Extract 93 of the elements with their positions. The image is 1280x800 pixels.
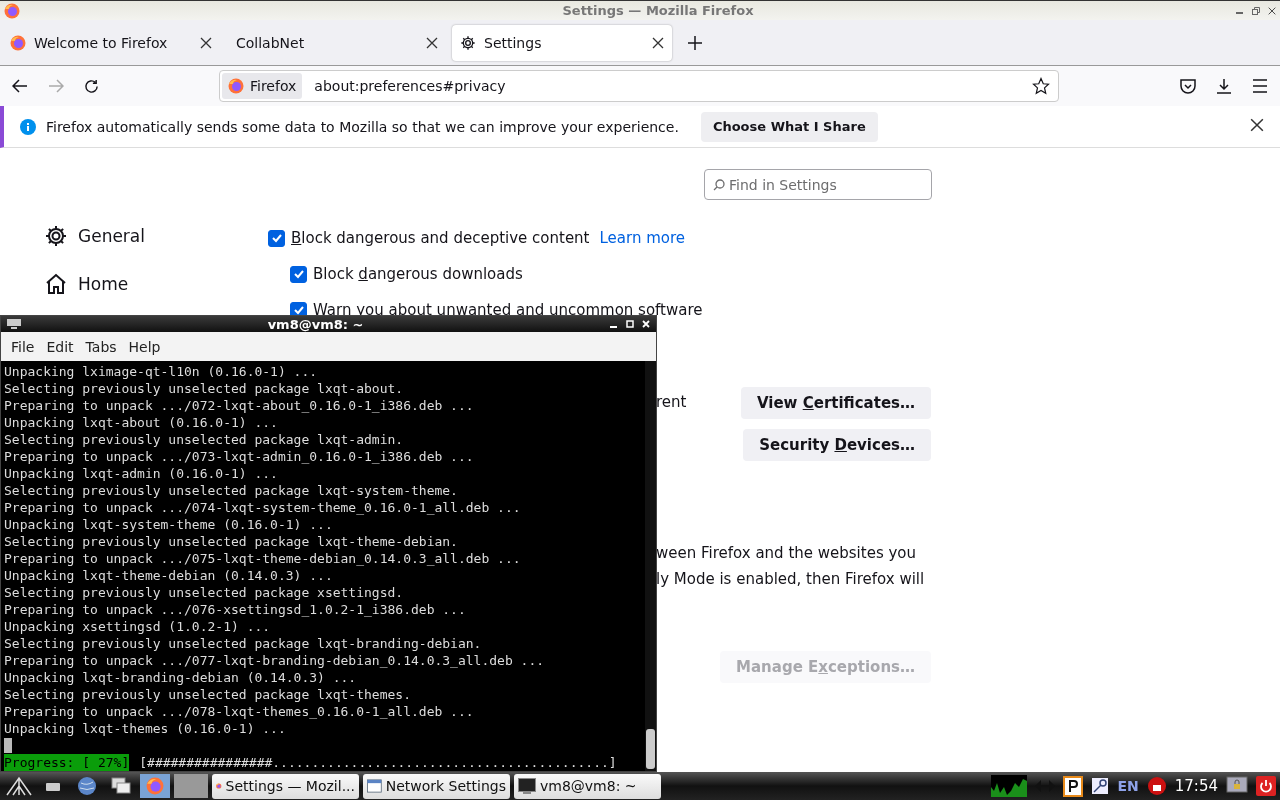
browser-tab[interactable]: Settings [452, 24, 672, 61]
url-field[interactable]: Firefox about:preferences#privacy [219, 70, 1059, 102]
terminal-line: Selecting previously unselected package lxqt-themes. [4, 686, 412, 703]
info-icon [20, 118, 36, 135]
close-icon[interactable] [1268, 6, 1276, 15]
gear-icon [460, 34, 476, 51]
terminal-line: Preparing to unpack .../077-lxqt-branding-debian_0.14.0.3_all.deb ... [4, 652, 546, 669]
checkbox-label: Block dangerous downloads [313, 265, 523, 283]
update-icon[interactable] [1146, 776, 1167, 796]
checkbox[interactable] [290, 265, 307, 283]
check-icon [270, 232, 283, 244]
close-icon[interactable] [652, 36, 664, 49]
taskbar-button[interactable]: Settings — Mozil... [212, 773, 359, 799]
terminal-line: Unpacking lximage-qt-l10n (0.16.0-1) ... [4, 363, 319, 380]
maximize-icon[interactable] [626, 320, 634, 329]
reload-icon[interactable] [84, 78, 99, 94]
back-arrow-icon[interactable] [12, 79, 28, 93]
terminal-line: Preparing to unpack .../076-xsettingsd_1.0.2-1_i386.deb ... [4, 601, 467, 618]
window-icon [367, 778, 382, 794]
terminal-line: Selecting previously unselected package lxqt-system-theme. [4, 482, 459, 499]
menu-icon[interactable] [1252, 79, 1268, 93]
terminal-line: Selecting previously unselected package lxqt-admin. [4, 431, 405, 448]
checkbox-label: Block dangerous and deceptive content [291, 229, 590, 247]
identity-label[interactable]: Firefox [222, 73, 303, 99]
close-icon[interactable] [426, 36, 438, 49]
certificate-button[interactable]: Security Devices… [743, 429, 931, 461]
restore-icon[interactable] [1252, 6, 1260, 15]
notification-message: Firefox automatically sends some data to Mozilla so that we can improve your experience. [46, 118, 679, 135]
lock-icon[interactable] [1226, 776, 1248, 796]
terminal-title: vm8@vm8: ~ [266, 316, 365, 332]
taskbar-button[interactable]: vm8@vm8: ~ [514, 773, 661, 799]
menu-item[interactable]: Edit [40, 338, 80, 355]
star-icon[interactable] [1032, 77, 1050, 95]
home-icon [44, 272, 68, 296]
terminal-line: Unpacking lxqt-branding-debian (0.14.0.3) ... [4, 669, 358, 686]
firefox-logo-icon [228, 78, 244, 94]
gear-icon [44, 224, 68, 248]
start-menu-icon[interactable] [4, 774, 34, 798]
sidebar-item[interactable]: Home [44, 270, 268, 298]
taskbar-button[interactable]: Network Settings [363, 773, 510, 799]
close-icon[interactable] [1250, 118, 1264, 132]
power-icon[interactable] [1256, 776, 1276, 796]
parking-icon[interactable] [1063, 775, 1084, 797]
cpu-graph-icon [991, 775, 1028, 797]
terminal-line: Unpacking xsettingsd (1.0.2-1) ... [4, 618, 272, 635]
terminal-icon [7, 319, 21, 330]
checkbox[interactable] [268, 229, 285, 247]
description-text: ween Firefox and the websites you [656, 543, 918, 563]
firefox-logo-icon [4, 2, 20, 19]
key-icon[interactable] [1091, 777, 1110, 795]
check-icon [292, 304, 305, 316]
terminal-line: Preparing to unpack .../073-lxqt-admin_0.16.0-1_i386.deb ... [4, 448, 475, 465]
description-text: ly Mode is enabled, then Firefox will [656, 569, 926, 589]
terminal-line: Preparing to unpack .../074-lxqt-system-theme_0.16.0-1_all.deb ... [4, 499, 522, 516]
scrollbar-thumb[interactable] [646, 729, 655, 769]
check-icon [292, 268, 305, 280]
terminal-line: Selecting previously unselected package lxqt-theme-debian. [4, 533, 459, 550]
text-cursor [4, 738, 12, 753]
terminal-line: Selecting previously unselected package lxqt-about. [4, 380, 405, 397]
progress-label: Progress: [ 27%] [4, 754, 130, 771]
description-text: rent [656, 393, 687, 413]
terminal-line: Unpacking lxqt-admin (0.16.0-1) ... [4, 465, 279, 482]
clock[interactable]: 17:54 [1174, 777, 1218, 795]
choose-share-button[interactable]: Choose What I Share [700, 111, 878, 142]
close-icon[interactable] [200, 36, 212, 49]
terminal-line: Preparing to unpack .../075-lxqt-theme-debian_0.14.0.3_all.deb ... [4, 550, 522, 567]
menu-item[interactable]: Help [122, 338, 167, 355]
pocket-icon[interactable] [1180, 78, 1196, 94]
sidebar-item[interactable]: General [44, 222, 268, 250]
terminal-line: Selecting previously unselected package lxqt-branding-debian. [4, 635, 483, 652]
window-title: Settings — Mozilla Firefox [561, 3, 755, 18]
terminal-line: Preparing to unpack .../078-lxqt-themes_0.16.0-1_all.deb ... [4, 703, 475, 720]
browser-tab[interactable]: CollabNet [226, 24, 446, 61]
firefox-logo-icon [146, 777, 164, 795]
terminal-line: Unpacking lxqt-about (0.16.0-1) ... [4, 414, 279, 431]
certificate-button[interactable]: View Certificates… [740, 387, 931, 419]
search-field[interactable]: Find in Settings [704, 169, 932, 200]
terminal-icon [518, 778, 536, 794]
learn-more-link[interactable]: Learn more [599, 229, 686, 247]
terminal-line: Unpacking lxqt-theme-debian (0.14.0.3) ... [4, 567, 334, 584]
menu-item[interactable]: Tabs [79, 338, 123, 355]
terminal-line: Unpacking lxqt-themes (0.16.0-1) ... [4, 720, 287, 737]
terminal-line: Unpacking lxqt-system-theme (0.16.0-1) ... [4, 516, 334, 533]
menu-item[interactable]: File [5, 338, 41, 355]
browser-tab[interactable]: Welcome to Firefox [0, 24, 220, 61]
terminal-line: Selecting previously unselected package xsettingsd. [4, 584, 405, 601]
keyboard-layout[interactable]: EN [1117, 778, 1139, 794]
new-tab-icon[interactable] [688, 35, 702, 50]
search-icon [713, 178, 725, 191]
download-icon[interactable] [1216, 78, 1232, 94]
terminal-line: Preparing to unpack .../072-lxqt-about_0.16.0-1_i386.deb ... [4, 397, 475, 414]
firefox-logo-icon [10, 34, 26, 51]
progress-bar-text: [################...........................................] [139, 754, 617, 771]
